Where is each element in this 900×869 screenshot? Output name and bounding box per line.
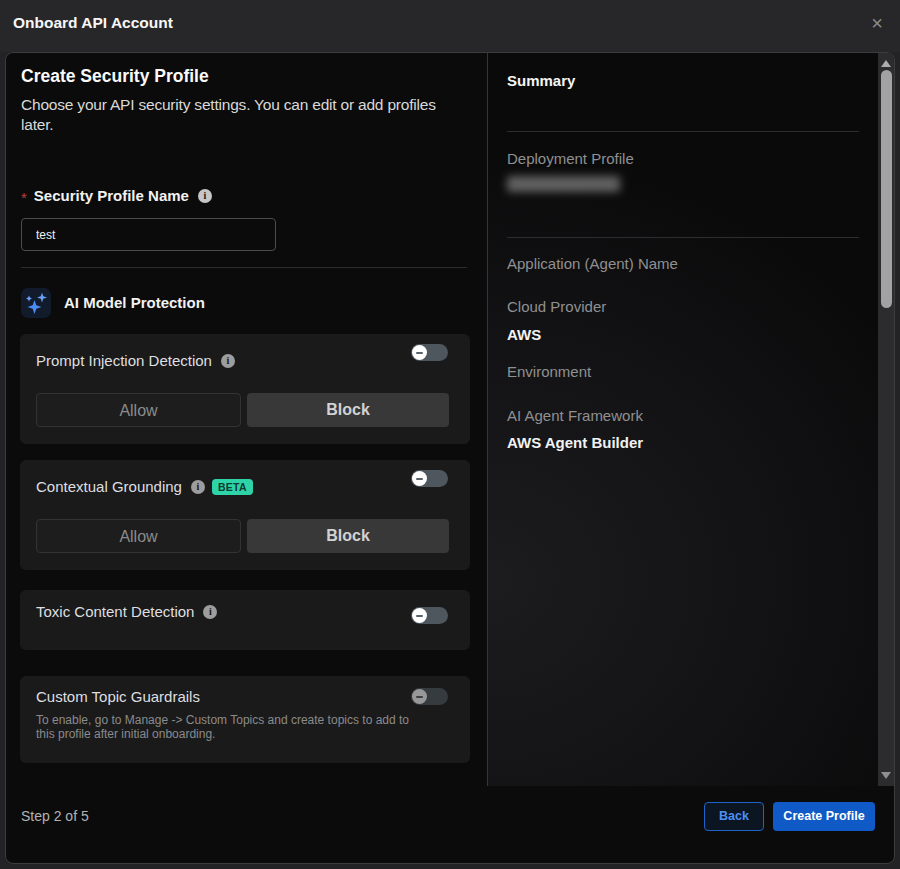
step-indicator: Step 2 of 5 — [21, 808, 89, 824]
allow-button[interactable]: Allow — [36, 393, 241, 427]
security-profile-name-label: Security Profile Name — [34, 187, 189, 204]
framework-value: AWS Agent Builder — [507, 434, 643, 451]
divider — [507, 131, 859, 132]
framework-label: AI Agent Framework — [507, 407, 643, 424]
divider — [507, 237, 859, 238]
sparkles-icon — [21, 288, 51, 318]
summary-title: Summary — [507, 72, 575, 89]
modal-body: Create Security Profile Choose your API … — [5, 52, 895, 864]
contextual-grounding-toggle[interactable] — [411, 470, 448, 487]
setting-label: Contextual Grounding — [36, 478, 182, 495]
info-icon[interactable]: i — [203, 605, 217, 619]
setting-card-contextual-grounding: Contextual Grounding i BETA Allow Block — [20, 460, 470, 570]
scroll-thumb[interactable] — [881, 70, 892, 308]
scroll-down-arrow[interactable] — [881, 772, 891, 779]
required-asterisk: * — [21, 189, 27, 206]
setting-card-toxic-content: Toxic Content Detection i — [20, 590, 470, 650]
setting-label: Prompt Injection Detection — [36, 352, 212, 369]
info-icon[interactable]: i — [198, 189, 212, 203]
setting-card-custom-topic: Custom Topic Guardrails To enable, go to… — [20, 676, 470, 763]
block-button[interactable]: Block — [247, 519, 449, 553]
custom-topic-toggle — [411, 688, 448, 705]
info-icon[interactable]: i — [191, 480, 205, 494]
setting-label: Custom Topic Guardrails — [36, 688, 200, 705]
beta-badge: BETA — [212, 479, 253, 495]
deployment-profile-value-redacted — [507, 176, 620, 192]
block-button[interactable]: Block — [247, 393, 449, 427]
summary-panel: Summary Deployment Profile Application (… — [488, 53, 878, 786]
info-icon[interactable]: i — [221, 354, 235, 368]
modal-title: Onboard API Account — [13, 14, 173, 32]
divider — [21, 267, 467, 268]
setting-description: To enable, go to Manage -> Custom Topics… — [36, 713, 418, 741]
scroll-up-arrow[interactable] — [881, 60, 891, 67]
scrollbar[interactable] — [878, 53, 894, 786]
deployment-profile-label: Deployment Profile — [507, 150, 634, 167]
security-profile-form: Create Security Profile Choose your API … — [6, 53, 487, 787]
prompt-injection-toggle[interactable] — [411, 344, 448, 361]
section-title: AI Model Protection — [64, 294, 205, 311]
create-profile-button[interactable]: Create Profile — [773, 802, 875, 831]
allow-button[interactable]: Allow — [36, 519, 241, 553]
cloud-provider-value: AWS — [507, 326, 541, 343]
security-profile-name-input[interactable] — [21, 218, 276, 251]
cloud-provider-label: Cloud Provider — [507, 298, 606, 315]
back-button[interactable]: Back — [704, 802, 764, 831]
environment-label: Environment — [507, 363, 591, 380]
modal-header: Onboard API Account × — [0, 0, 900, 52]
page-title: Create Security Profile — [21, 66, 209, 87]
application-name-label: Application (Agent) Name — [507, 255, 678, 272]
setting-card-prompt-injection: Prompt Injection Detection i Allow Block — [20, 334, 470, 444]
page-subtitle: Choose your API security settings. You c… — [21, 95, 451, 135]
toxic-content-toggle[interactable] — [411, 607, 448, 624]
close-icon[interactable]: × — [866, 12, 888, 34]
setting-label: Toxic Content Detection — [36, 603, 194, 620]
